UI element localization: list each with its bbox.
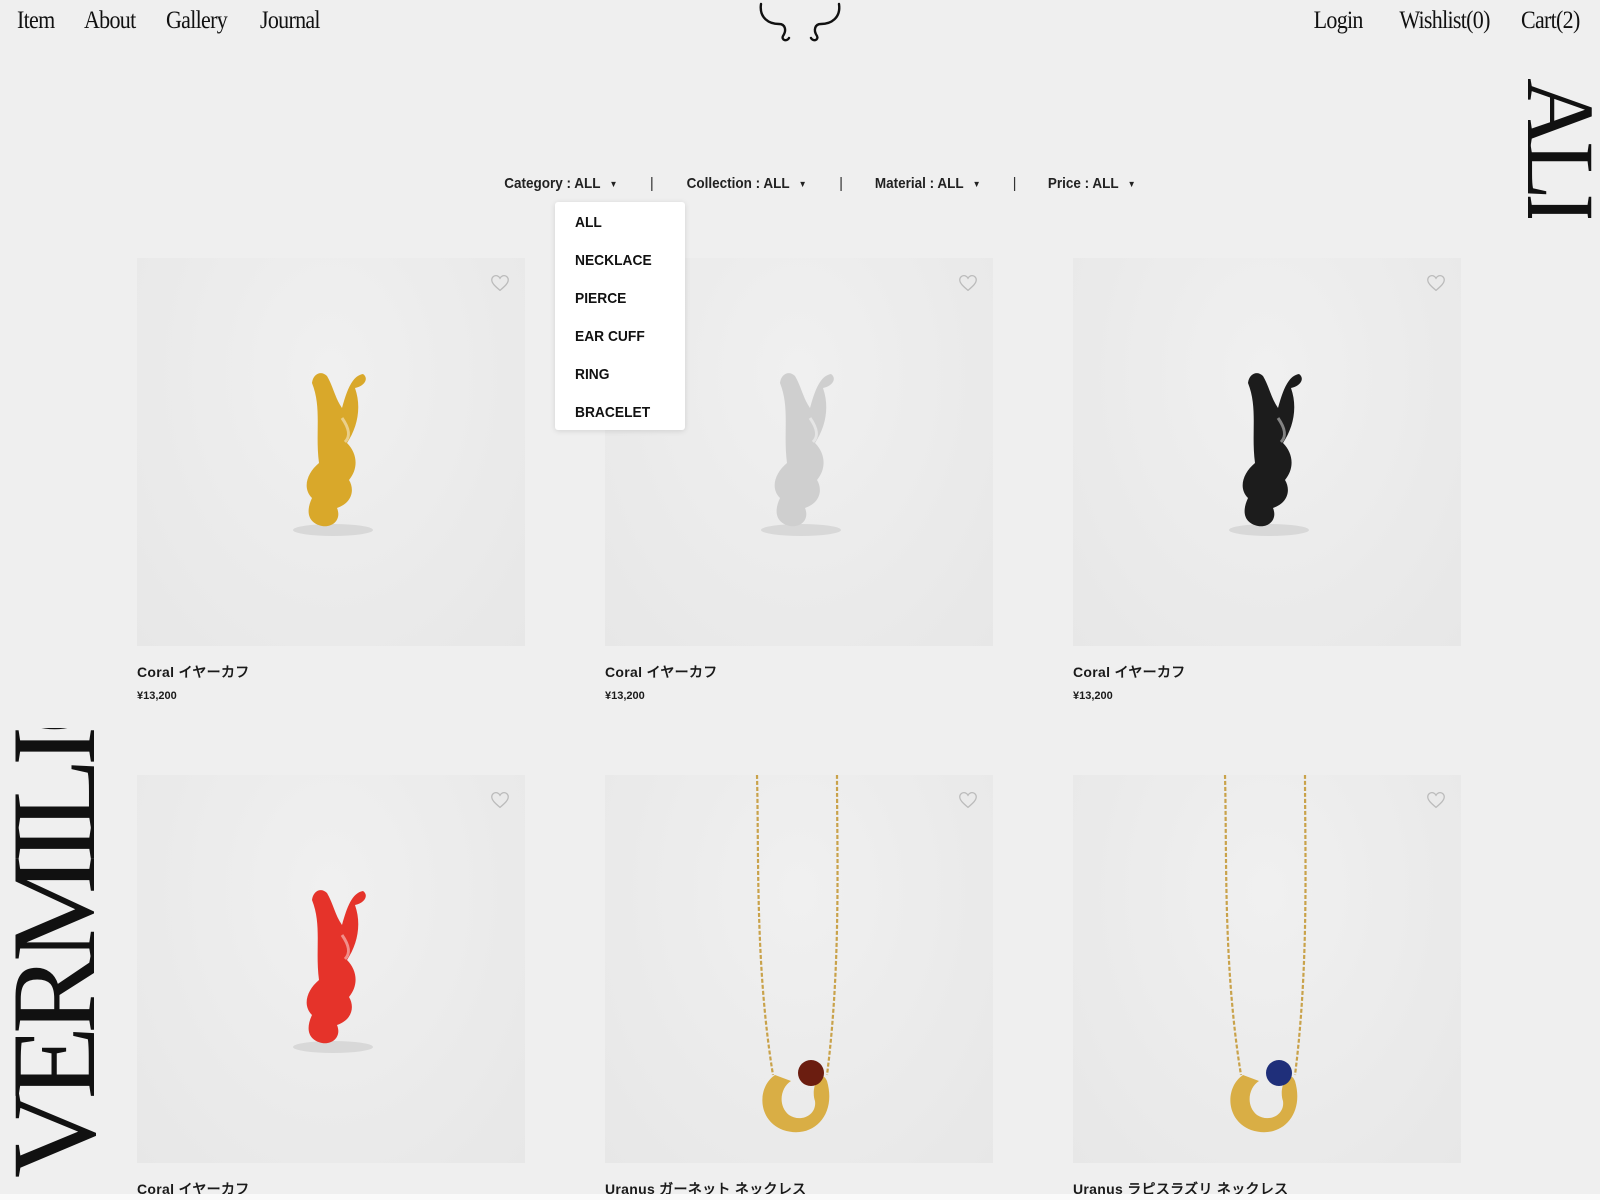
price-filter-label: Price : ALL (1047, 175, 1119, 192)
dropdown-option-bracelet[interactable]: BRACELET (575, 404, 650, 421)
dropdown-option-necklace[interactable]: NECKLACE (575, 252, 652, 269)
main-nav: Item About Gallery Journal (17, 3, 328, 39)
product-name[interactable]: Coral イヤーカフ (1073, 662, 1461, 682)
product-name[interactable]: Coral イヤーカフ (605, 662, 993, 682)
filter-separator: | (1012, 175, 1017, 192)
caret-down-icon: ▼ (798, 178, 807, 189)
wishlist-link[interactable]: Wishlist(0) (1399, 3, 1490, 39)
category-filter[interactable]: Category : ALL ▼ (504, 175, 617, 192)
dropdown-option-pierce[interactable]: PIERCE (575, 290, 626, 307)
nav-about[interactable]: About (84, 3, 136, 39)
nav-journal[interactable]: Journal (260, 3, 321, 39)
price-filter[interactable]: Price : ALL ▼ (1047, 175, 1135, 192)
dropdown-option-ear-cuff[interactable]: EAR CUFF (575, 328, 645, 345)
page-title: ALL (1520, 78, 1600, 218)
collection-filter[interactable]: Collection : ALL ▼ (686, 175, 806, 192)
caret-down-icon: ▼ (1127, 178, 1136, 189)
product-card[interactable]: Uranus ガーネット ネックレス (605, 775, 993, 1199)
caret-down-icon: ▼ (609, 178, 618, 189)
collection-filter-label: Collection : ALL (686, 175, 790, 192)
product-image[interactable] (1073, 258, 1461, 646)
brand-wordmark: VERMILION (0, 728, 108, 1178)
category-filter-label: Category : ALL (504, 175, 601, 192)
horns-logo[interactable] (755, 0, 845, 44)
category-dropdown: ALL NECKLACE PIERCE EAR CUFF RING BRACEL… (555, 202, 685, 430)
product-card[interactable]: Uranus ラピスラズリ ネックレス (1073, 775, 1461, 1199)
heart-icon[interactable] (1425, 272, 1447, 294)
caret-down-icon: ▼ (972, 178, 981, 189)
nav-gallery[interactable]: Gallery (166, 3, 228, 39)
heart-icon[interactable] (957, 272, 979, 294)
heart-icon[interactable] (489, 789, 511, 811)
product-price: ¥13,200 (137, 690, 177, 702)
heart-icon[interactable] (489, 272, 511, 294)
product-image[interactable] (1073, 775, 1461, 1163)
bottom-divider (0, 1194, 1600, 1200)
product-card[interactable]: Coral イヤーカフ ¥13,200 (1073, 258, 1461, 702)
account-nav: Login Wishlist(0) Cart(2) (1307, 3, 1581, 39)
product-price: ¥13,200 (1073, 690, 1113, 702)
product-image[interactable] (137, 775, 525, 1163)
dropdown-option-all[interactable]: ALL (575, 214, 602, 231)
product-image[interactable] (137, 258, 525, 646)
filter-separator: | (839, 175, 844, 192)
login-link[interactable]: Login (1314, 3, 1364, 39)
heart-icon[interactable] (957, 789, 979, 811)
product-card[interactable]: Coral イヤーカフ (137, 775, 525, 1199)
product-price: ¥13,200 (605, 690, 645, 702)
filter-separator: | (649, 175, 654, 192)
dropdown-option-ring[interactable]: RING (575, 366, 610, 383)
heart-icon[interactable] (1425, 789, 1447, 811)
material-filter[interactable]: Material : ALL ▼ (875, 175, 981, 192)
nav-item[interactable]: Item (17, 3, 55, 39)
product-image[interactable] (605, 775, 993, 1163)
cart-link[interactable]: Cart(2) (1521, 3, 1580, 39)
product-card[interactable]: Coral イヤーカフ ¥13,200 (137, 258, 525, 702)
material-filter-label: Material : ALL (874, 175, 964, 192)
product-name[interactable]: Coral イヤーカフ (137, 662, 525, 682)
filter-bar: Category : ALL ▼ | Collection : ALL ▼ | … (498, 175, 1140, 192)
